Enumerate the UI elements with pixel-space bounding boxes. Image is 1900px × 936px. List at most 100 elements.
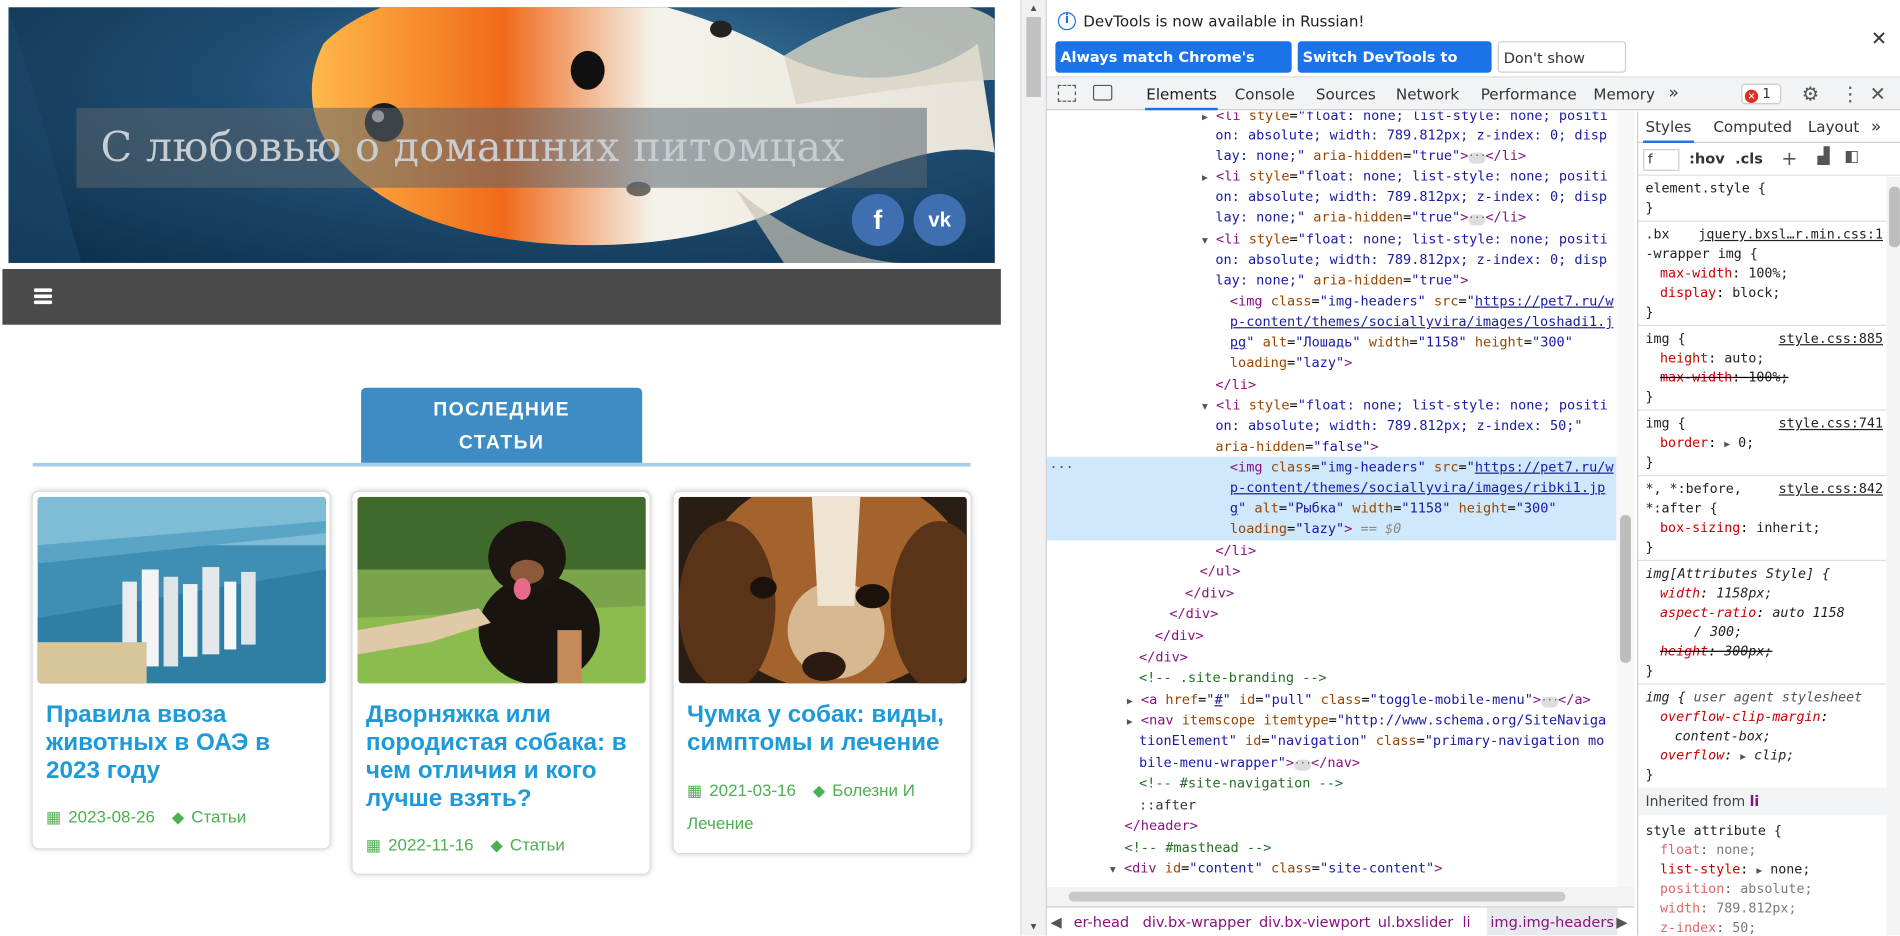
breadcrumb: ◀ er-head div.bx-wrapper div.bx-viewport…: [1046, 906, 1635, 936]
tree-node[interactable]: ▼ <li style="float: none; list-style: no…: [1047, 395, 1616, 417]
styles-filter-bar: f :hov .cls + ▟ ◧: [1638, 144, 1900, 176]
breadcrumb-item[interactable]: div.bx-viewport: [1259, 908, 1370, 936]
vk-icon[interactable]: vk: [913, 193, 966, 246]
tree-node[interactable]: ▼ <div id="content" class="site-content"…: [1047, 858, 1616, 880]
more-tabs-icon[interactable]: »: [1669, 78, 1679, 111]
tree-node[interactable]: ▶ <li style="float: none; list-style: no…: [1047, 166, 1616, 188]
info-icon: i: [1057, 12, 1076, 31]
scrollbar-thumb[interactable]: [1889, 186, 1900, 248]
styles-scrollbar[interactable]: [1886, 176, 1900, 936]
scroll-up-icon[interactable]: ▲: [1029, 2, 1039, 13]
website-viewport: С любовью о домашних питомцах f vk ПОСЛЕ…: [0, 0, 1003, 936]
tab-elements[interactable]: Elements: [1145, 78, 1219, 111]
article-title[interactable]: Правила ввоза животных в ОАЭ в 2023 году: [46, 702, 327, 786]
section-divider: [32, 462, 971, 467]
more-tabs-icon[interactable]: »: [1871, 111, 1881, 143]
article-title[interactable]: Чумка у собак: виды, симптомы и лечение: [687, 702, 968, 758]
article-card[interactable]: Правила ввоза животных в ОАЭ в 2023 году…: [31, 490, 331, 850]
breadcrumb-item[interactable]: er-head: [1074, 908, 1130, 936]
hover-state-toggle[interactable]: :hov: [1689, 150, 1725, 167]
dont-show-again-button[interactable]: Don't show again: [1497, 41, 1627, 98]
match-language-button[interactable]: Always match Chrome's language: [1055, 41, 1292, 97]
article-category[interactable]: Статьи: [510, 835, 565, 854]
crumbs-right-icon[interactable]: ▶: [1616, 908, 1627, 936]
scroll-down-icon[interactable]: ▼: [1029, 921, 1039, 932]
tab-memory[interactable]: Memory: [1593, 78, 1655, 111]
error-counter[interactable]: ✕ 1: [1741, 83, 1782, 105]
calendar-icon: ▦: [365, 836, 381, 855]
section-heading-line2: СТАТЬИ: [458, 432, 545, 454]
device-toolbar-icon[interactable]: [1092, 84, 1113, 101]
scrollbar-thumb[interactable]: [1026, 16, 1041, 97]
switch-language-button[interactable]: Switch DevTools to Russian: [1297, 41, 1492, 97]
calendar-icon: ▦: [687, 781, 702, 800]
selected-tree-node[interactable]: ··· <img class="img-headers" src="https:…: [1046, 456, 1617, 541]
site-title[interactable]: С любовью о домашних питомцах: [101, 124, 845, 172]
infobar-message: DevTools is now available in Russian!: [1083, 12, 1365, 31]
sidebar-toggle-icon[interactable]: ◧: [1844, 148, 1859, 166]
css-rules-list[interactable]: element.style { } .bx jquery.bxsl…r.min.c…: [1638, 177, 1887, 935]
article-date: 2023-08-26: [68, 806, 156, 827]
article-thumbnail[interactable]: [678, 496, 967, 684]
article-meta: ▦ 2021-03-16 ◆ Болезни И Лечение: [687, 774, 968, 838]
tab-layout[interactable]: Layout: [1808, 111, 1859, 143]
inherited-header: Inherited from li: [1638, 787, 1887, 816]
breadcrumb-item[interactable]: ul.bxslider: [1378, 908, 1454, 936]
section-heading-line1: ПОСЛЕДНИЕ: [433, 399, 571, 421]
paint-icon[interactable]: ▟: [1818, 148, 1830, 166]
hero-banner: С любовью о домашних питомцах f vk: [8, 7, 995, 263]
devtools-tabbar: Elements Console Sources Network Perform…: [1046, 77, 1900, 111]
article-thumbnail[interactable]: [37, 496, 326, 684]
tree-node[interactable]: <img class="img-headers" src="https://pe…: [1047, 291, 1616, 312]
tag-icon: ◆: [171, 808, 184, 827]
tree-node[interactable]: ▶ <a href="#" id="pull" class="toggle-mo…: [1047, 689, 1616, 711]
breadcrumb-item[interactable]: li: [1463, 908, 1471, 936]
tab-performance[interactable]: Performance: [1481, 78, 1577, 111]
close-icon[interactable]: ✕: [1871, 27, 1887, 50]
tab-network[interactable]: Network: [1396, 78, 1459, 111]
add-rule-icon[interactable]: +: [1781, 147, 1797, 170]
styles-tabbar: Styles Computed Layout »: [1638, 111, 1900, 143]
page-scrollbar[interactable]: ▲ ▼: [1020, 0, 1046, 936]
article-category[interactable]: Статьи: [191, 807, 246, 826]
article-date: 2021-03-16: [709, 780, 796, 800]
gear-icon[interactable]: ⚙: [1802, 82, 1819, 105]
tag-icon: ◆: [812, 781, 825, 800]
scrollbar-thumb[interactable]: [1620, 514, 1631, 663]
tree-horizontal-scrollbar[interactable]: [1046, 886, 1635, 907]
scrollbar-thumb[interactable]: [1068, 891, 1566, 902]
facebook-icon[interactable]: f: [851, 193, 904, 246]
filter-input[interactable]: f: [1643, 149, 1680, 171]
crumbs-left-icon[interactable]: ◀: [1051, 908, 1062, 936]
article-title[interactable]: Дворняжка или породистая собака: в чем о…: [366, 702, 647, 813]
tag-icon: ◆: [490, 836, 503, 855]
calendar-icon: ▦: [46, 808, 61, 827]
main-navbar: [2, 268, 1001, 325]
article-meta: ▦ 2023-08-26 ◆ Статьи: [46, 801, 327, 834]
tree-node[interactable]: ▼ <li style="float: none; list-style: no…: [1047, 229, 1616, 251]
article-card[interactable]: Чумка у собак: виды, симптомы и лечение …: [672, 490, 972, 855]
article-meta: ▦ 2022-11-16 ◆ Статьи: [366, 829, 647, 862]
article-thumbnail[interactable]: [357, 496, 646, 684]
tab-sources[interactable]: Sources: [1316, 78, 1376, 111]
error-count: 1: [1762, 86, 1771, 102]
close-devtools-icon[interactable]: ✕: [1870, 82, 1886, 105]
elements-tree[interactable]: ▶ <li style="float: none; list-style: no…: [1046, 111, 1617, 886]
tab-computed[interactable]: Computed: [1713, 111, 1792, 143]
breadcrumb-item[interactable]: div.bx-wrapper: [1143, 908, 1252, 936]
menu-icon[interactable]: [33, 288, 53, 305]
kebab-menu-icon[interactable]: ⋮: [1841, 82, 1860, 105]
inspect-element-icon[interactable]: [1057, 84, 1076, 102]
tree-node[interactable]: ▶ <nav itemscope itemtype="http://www.sc…: [1047, 710, 1616, 732]
styles-pane: Styles Computed Layout » f :hov .cls + ▟…: [1637, 111, 1900, 936]
class-toggle[interactable]: .cls: [1735, 150, 1763, 167]
article-date: 2022-11-16: [388, 834, 474, 855]
section-heading: ПОСЛЕДНИЕ СТАТЬИ: [361, 387, 643, 463]
tree-vertical-scrollbar[interactable]: [1616, 111, 1635, 887]
node-options-icon[interactable]: ···: [1049, 457, 1073, 478]
error-icon: ✕: [1744, 89, 1759, 103]
article-card[interactable]: Дворняжка или породистая собака: в чем о…: [351, 490, 651, 875]
tab-styles[interactable]: Styles: [1643, 111, 1694, 143]
breadcrumb-item[interactable]: img.img-headers: [1486, 907, 1618, 936]
tab-console[interactable]: Console: [1235, 78, 1295, 111]
